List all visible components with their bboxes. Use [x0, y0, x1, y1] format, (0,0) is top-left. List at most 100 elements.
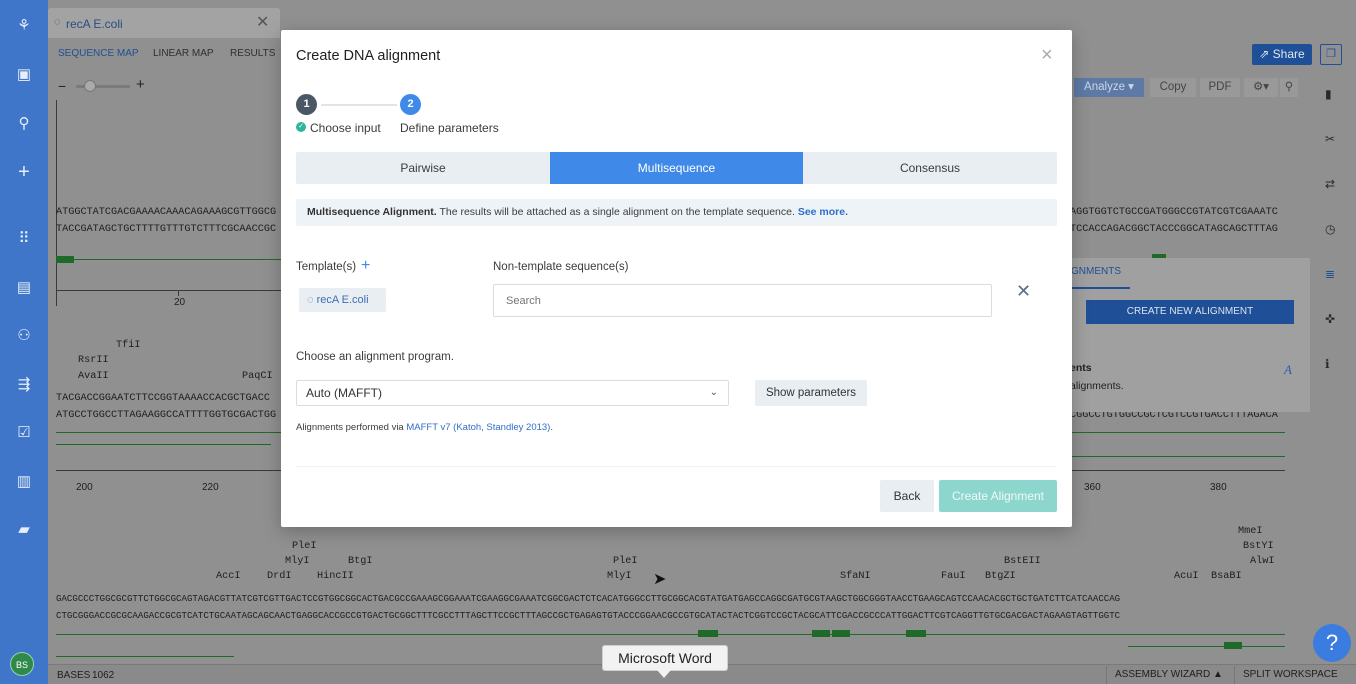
sequence-bottom-strand: ATGCCTGGCCTTAGAAGGCCATTTTGGTGCGACTGG — [56, 410, 277, 421]
taskbar-tooltip: Microsoft Word — [602, 645, 728, 671]
step-1-indicator[interactable]: 1 — [296, 94, 317, 115]
enzyme-label[interactable]: SfaNI — [840, 571, 871, 582]
copy-button[interactable]: Copy — [1150, 78, 1196, 97]
document-tab[interactable]: ◌ recA E.coli ✕ — [48, 8, 280, 38]
enzyme-label[interactable]: BtgI — [348, 556, 372, 567]
create-new-alignment-button[interactable]: CREATE NEW ALIGNMENT — [1086, 300, 1294, 324]
close-icon[interactable]: × — [1041, 44, 1053, 67]
swap-icon[interactable]: ⇄ — [1325, 177, 1335, 191]
zoom-out-icon[interactable]: − — [58, 78, 66, 94]
enzyme-label[interactable]: BstYI — [1243, 541, 1274, 552]
enzyme-label[interactable]: BtgZI — [985, 571, 1016, 582]
enzyme-label[interactable]: BstEII — [1004, 556, 1041, 567]
share-button[interactable]: ⇗ Share — [1252, 44, 1312, 65]
enzyme-label[interactable]: MmeI — [1238, 526, 1262, 537]
ruler-number: 20 — [174, 297, 186, 308]
create-dna-alignment-dialog: Create DNA alignment × 1 2 ✓ Choose inpu… — [281, 30, 1072, 527]
history-clock-icon[interactable]: ◷ — [1325, 222, 1335, 236]
crispr-icon[interactable]: ✜ — [1325, 312, 1335, 326]
help-button[interactable]: ? — [1313, 624, 1351, 662]
step-2-indicator[interactable]: 2 — [400, 94, 421, 115]
non-template-label: Non-template sequence(s) — [493, 261, 629, 273]
see-more-link[interactable]: See more. — [798, 206, 848, 218]
alignment-program-select[interactable]: Auto (MAFFT) ⌄ — [296, 380, 729, 406]
find-search-icon[interactable]: ⚲ — [1280, 78, 1298, 97]
plus-icon[interactable]: + — [0, 162, 48, 182]
assembly-wizard-button[interactable]: ASSEMBLY WIZARD ▲ — [1106, 666, 1231, 684]
avatar[interactable]: BS — [10, 652, 34, 676]
apps-grid-icon[interactable]: ⠿ — [0, 229, 48, 249]
alignment-type-icon: A — [1284, 362, 1292, 377]
tab-consensus[interactable]: Consensus — [803, 152, 1057, 184]
create-alignment-button[interactable]: Create Alignment — [939, 480, 1057, 512]
add-template-plus-icon[interactable]: + — [361, 257, 370, 275]
step-2-label[interactable]: Define parameters — [400, 121, 499, 135]
document-tab-title: recA E.coli — [66, 17, 123, 31]
dialog-title: Create DNA alignment — [296, 48, 441, 64]
share-icon: ⇗ — [1259, 47, 1273, 61]
enzyme-label[interactable]: RsrII — [78, 355, 109, 366]
enzyme-label[interactable]: DrdI — [267, 571, 291, 582]
chevron-down-icon: ⌄ — [709, 387, 718, 398]
clipboard-icon[interactable]: ☑ — [0, 423, 48, 443]
enzyme-label[interactable]: AccI — [216, 571, 240, 582]
enzyme-label[interactable]: PleI — [292, 541, 316, 552]
briefcase-icon[interactable]: ▣ — [0, 65, 48, 85]
tab-pairwise[interactable]: Pairwise — [296, 152, 550, 184]
sequence-top-strand-right: AGGTGGTCTGCCGATGGGCCGTATCGTCGAAATC — [1070, 207, 1278, 218]
analyze-button[interactable]: Analyze ▾ — [1074, 78, 1144, 97]
chart-icon[interactable]: ▥ — [0, 472, 48, 492]
ruler-number: 360 — [1084, 482, 1101, 493]
mafft-citation-link[interactable]: MAFFT v7 (Katoh, Standley 2013) — [406, 422, 550, 433]
tab-results[interactable]: RESULTS — [230, 48, 275, 59]
jellyfish-logo-icon[interactable]: ⚘ — [0, 16, 48, 36]
bases-count: 1062 — [92, 670, 115, 681]
folder-icon[interactable]: ▰ — [0, 520, 48, 540]
ruler-number: 380 — [1210, 482, 1227, 493]
zoom-in-icon[interactable]: + — [136, 76, 145, 93]
zoom-slider-handle[interactable] — [84, 80, 96, 92]
enzyme-label[interactable]: MlyI — [607, 571, 631, 582]
split-workspace-button[interactable]: SPLIT WORKSPACE — [1234, 666, 1346, 684]
ruler-number: 220 — [202, 482, 219, 493]
templates-label: Template(s) — [296, 261, 357, 273]
hierarchy-icon[interactable]: ⚇ — [0, 326, 48, 346]
notebook-icon[interactable]: ▤ — [0, 278, 48, 298]
search-icon[interactable]: ⚲ — [0, 114, 48, 134]
enzyme-label[interactable]: FauI — [941, 571, 965, 582]
non-template-search-input[interactable] — [493, 284, 992, 317]
workflow-icon[interactable]: ⇶ — [0, 375, 48, 395]
tab-alignments[interactable]: ALIGNMENTS — [1056, 266, 1135, 277]
enzyme-label[interactable]: TfiI — [116, 340, 140, 351]
alignments-panel: ALIGNMENTS ents alignments. A — [1056, 258, 1310, 412]
info-icon[interactable]: ℹ — [1325, 357, 1330, 371]
show-parameters-button[interactable]: Show parameters — [755, 380, 867, 406]
enzyme-label[interactable]: PleI — [613, 556, 637, 567]
left-nav: ⚘ ▣ ⚲ + ⠿ ▤ ⚇ ⇶ ☑ ▥ ▰ BS — [0, 0, 48, 684]
settings-gear-icon[interactable]: ⚙▾ — [1244, 78, 1278, 97]
bases-label: BASES — [57, 670, 91, 681]
enzyme-label[interactable]: PaqCI — [242, 371, 273, 382]
clear-icon[interactable]: ✕ — [1016, 281, 1031, 302]
sequence-bottom-strand: CTGCGGGACCGCGCAAGACCGCGTCATCTGCAATAGCAGC… — [56, 610, 1121, 621]
tab-linear-map[interactable]: LINEAR MAP — [153, 48, 214, 59]
sequence-top-strand: ATGGCTATCGACGAAAACAAACAGAAAGCGTTGGCG — [56, 207, 277, 218]
enzyme-label[interactable]: BsaBI — [1211, 571, 1242, 582]
bookmark-icon[interactable]: ▮ — [1325, 87, 1332, 101]
duplicate-icon[interactable]: ❐ — [1320, 44, 1342, 65]
enzyme-label[interactable]: AcuI — [1174, 571, 1198, 582]
enzyme-label[interactable]: AlwI — [1250, 556, 1274, 567]
scissors-icon[interactable]: ✂ — [1325, 132, 1335, 146]
step-1-label[interactable]: Choose input — [310, 121, 381, 135]
pdf-button[interactable]: PDF — [1200, 78, 1240, 97]
back-button[interactable]: Back — [880, 480, 934, 512]
alignment-list-icon[interactable]: ≣ — [1325, 267, 1335, 281]
tab-multisequence[interactable]: Multisequence — [550, 152, 803, 184]
enzyme-label[interactable]: AvaII — [78, 371, 109, 382]
tab-sequence-map[interactable]: SEQUENCE MAP — [58, 48, 139, 59]
sequence-top-strand: GACGCCCTGGCGCGTTCTGGCGCAGTAGACGTTATCGTCG… — [56, 593, 1121, 604]
close-icon[interactable]: ✕ — [256, 12, 269, 32]
enzyme-label[interactable]: MlyI — [285, 556, 309, 567]
enzyme-label[interactable]: HincII — [317, 571, 354, 582]
template-chip[interactable]: ◌ recA E.coli — [299, 288, 386, 312]
